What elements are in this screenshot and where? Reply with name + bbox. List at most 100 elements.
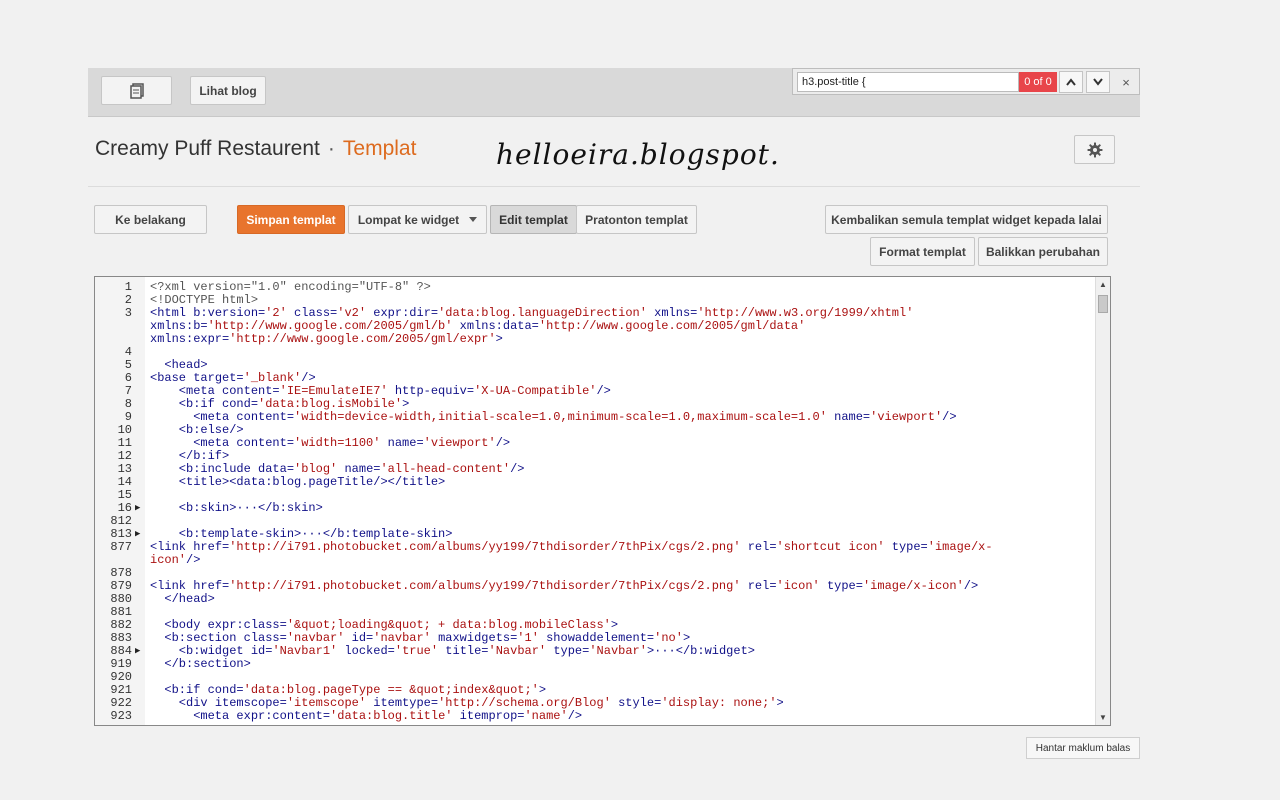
code-token: xmlns:data= <box>459 319 539 333</box>
code-line[interactable]: xmlns:expr='http://www.google.com/2005/g… <box>95 333 1095 346</box>
code-token: http-equiv= <box>394 384 475 398</box>
code-line[interactable]: 923 <meta expr:content='data:blog.title'… <box>95 710 1095 723</box>
header-divider <box>88 186 1140 187</box>
code-token: type= <box>553 644 590 658</box>
code-token: 'image/x-icon' <box>862 579 964 593</box>
view-blog-button[interactable]: Lihat blog <box>190 76 266 105</box>
code-line[interactable]: icon'/> <box>95 554 1095 567</box>
code-token: id= <box>250 644 273 658</box>
code-token: 'display: none;' <box>661 696 777 710</box>
code-token: 'width=device-width,initial-scale=1.0,mi… <box>294 410 835 424</box>
code-token: 'width=1100' <box>294 436 388 450</box>
code-line[interactable]: 11 <meta content='width=1100' name='view… <box>95 437 1095 450</box>
line-code: icon'/> <box>150 554 200 567</box>
code-token: content= <box>236 410 295 424</box>
code-token: > <box>610 618 619 632</box>
code-token: >···</b:widget> <box>646 644 755 658</box>
code-line[interactable]: 877 <link href='http://i791.photobucket.c… <box>95 541 1095 554</box>
find-next-button[interactable] <box>1086 71 1110 93</box>
code-token: icon' <box>150 553 187 567</box>
code-token: /> <box>942 410 957 424</box>
code-token: href= <box>193 540 230 554</box>
code-token: <b:template-skin>···</b:template-skin> <box>150 527 453 541</box>
code-token: <head> <box>150 358 208 372</box>
chevron-up-icon <box>1066 78 1076 86</box>
code-token: <meta <box>150 709 237 723</box>
code-line[interactable]: 4 <box>95 346 1095 359</box>
code-token: <meta <box>150 410 237 424</box>
code-token: 'v2' <box>337 306 374 320</box>
code-token: itemtype= <box>373 696 439 710</box>
code-token: <b:if <box>150 397 223 411</box>
code-token: <meta <box>150 436 237 450</box>
code-token: 'no' <box>654 631 683 645</box>
code-token: 'itemscope' <box>286 696 374 710</box>
code-token: <base <box>150 371 194 385</box>
code-token: style= <box>618 696 662 710</box>
code-token: locked= <box>344 644 395 658</box>
format-template-button[interactable]: Format templat <box>870 237 975 266</box>
code-token: 'viewport' <box>870 410 943 424</box>
code-token: expr:class= <box>207 618 287 632</box>
send-feedback-button[interactable]: Hantar maklum balas <box>1026 737 1140 759</box>
code-token: /> <box>963 579 979 593</box>
code-token: 'data:blog.title' <box>330 709 460 723</box>
code-token: 'http://www.google.com/2005/gml/b' <box>207 319 460 333</box>
find-close-button[interactable]: × <box>1115 71 1137 93</box>
revert-changes-button[interactable]: Balikkan perubahan <box>978 237 1108 266</box>
chevron-down-icon <box>1093 78 1103 86</box>
code-editor[interactable]: 1 <?xml version="1.0" encoding="UTF-8" ?>… <box>94 276 1111 726</box>
code-token: 'navbar' <box>373 631 439 645</box>
tab-preview-template[interactable]: Pratonton templat <box>576 205 697 234</box>
code-token: /> <box>596 384 611 398</box>
code-token: maxwidgets= <box>438 631 518 645</box>
code-token: </head> <box>150 592 215 606</box>
scrollbar-thumb[interactable] <box>1098 295 1108 313</box>
code-line[interactable]: 16 ▶ <b:skin>···</b:skin> <box>95 502 1095 515</box>
vertical-scrollbar[interactable]: ▲ ▼ <box>1095 277 1110 725</box>
line-code: </b:section> <box>150 658 250 671</box>
code-token: type= <box>891 540 928 554</box>
find-input[interactable]: h3.post-title { <box>797 72 1019 92</box>
line-number: 877 <box>110 540 132 554</box>
tab-edit-template[interactable]: Edit templat <box>490 205 577 234</box>
code-token: cond= <box>222 397 259 411</box>
reset-widget-templates-button[interactable]: Kembalikan semula templat widget kepada … <box>825 205 1108 234</box>
save-template-button[interactable]: Simpan templat <box>237 205 345 234</box>
code-line[interactable]: 879 <link href='http://i791.photobucket.c… <box>95 580 1095 593</box>
code-token: 'Navbar' <box>488 644 554 658</box>
back-button[interactable]: Ke belakang <box>94 205 207 234</box>
scroll-up-arrow-icon[interactable]: ▲ <box>1099 280 1107 289</box>
code-token: 'http://www.google.com/2005/gml/expr' <box>229 332 496 346</box>
code-line[interactable]: 880 </head> <box>95 593 1095 606</box>
code-token: > <box>495 332 503 346</box>
fold-arrow-icon[interactable]: ▶ <box>135 645 145 658</box>
code-token: xmlns:expr= <box>150 332 230 346</box>
line-code: xmlns:expr='http://www.google.com/2005/g… <box>150 333 503 346</box>
code-token: cond= <box>207 683 244 697</box>
fold-arrow-icon[interactable]: ▶ <box>135 528 145 541</box>
code-token: > <box>402 397 410 411</box>
gear-icon <box>1087 142 1102 157</box>
code-token: name= <box>387 436 424 450</box>
code-token: content= <box>222 384 280 398</box>
code-token: 'icon' <box>776 579 827 593</box>
code-line[interactable]: 14 <title><data:blog.pageTitle/></title> <box>95 476 1095 489</box>
code-line[interactable]: 919 </b:section> <box>95 658 1095 671</box>
code-token: > <box>538 683 547 697</box>
settings-button[interactable] <box>1074 135 1115 164</box>
jump-to-widget-dropdown[interactable]: Lompat ke widget <box>348 205 487 234</box>
code-token: <b:widget <box>150 644 251 658</box>
code-token: <b:section <box>150 631 244 645</box>
code-token: 'name' <box>524 709 568 723</box>
blog-name: Creamy Puff Restaurent <box>95 137 320 160</box>
code-token: showaddelement= <box>546 631 655 645</box>
line-number: 3 <box>124 306 132 320</box>
pages-button[interactable] <box>101 76 172 105</box>
code-line[interactable]: 9 <meta content='width=device-width,init… <box>95 411 1095 424</box>
scroll-down-arrow-icon[interactable]: ▼ <box>1099 713 1107 722</box>
code-token: <b:include <box>150 462 259 476</box>
code-token: itemscope= <box>214 696 287 710</box>
fold-arrow-icon[interactable]: ▶ <box>135 502 145 515</box>
find-previous-button[interactable] <box>1059 71 1083 93</box>
